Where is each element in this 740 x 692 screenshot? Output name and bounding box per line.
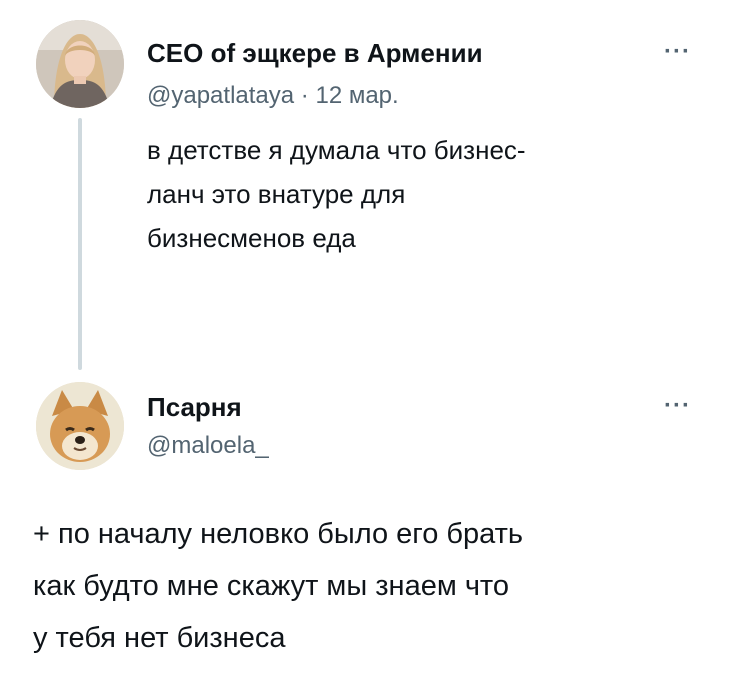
handle[interactable]: @yapatlataya	[147, 82, 294, 109]
tweet-text-line: у тебя нет бизнеса	[33, 622, 286, 654]
more-options-icon[interactable]: ···	[664, 392, 691, 420]
tweet-text-line: ланч это внатуре для	[147, 179, 406, 209]
tweet-date[interactable]: 12 мар.	[315, 82, 398, 109]
tweet-text-line: как будто мне скажут мы знаем что	[33, 570, 510, 602]
display-name[interactable]: CEO of эщкере в Армении	[147, 38, 483, 69]
shiba-dog-avatar[interactable]	[36, 382, 124, 470]
thread-connector-line	[78, 118, 82, 370]
tweet-text-line: бизнесменов еда	[147, 223, 356, 253]
person-photo-icon	[36, 20, 124, 108]
shiba-dog-icon	[36, 382, 124, 470]
tweet-text-line: + по началу неловко было его брать	[33, 518, 524, 550]
tweet-original[interactable]: CEO of эщкере в Армении @yapatlataya · 1…	[0, 0, 740, 380]
tweet-text-line: в детстве я думала что бизнес-	[147, 135, 526, 165]
display-name[interactable]: Псарня	[147, 392, 242, 423]
tweet-text: + по началу неловко было его брать как б…	[33, 508, 723, 664]
tweet-text: в детстве я думала что бизнес- ланч это …	[147, 128, 687, 260]
tweet-meta: @yapatlataya · 12 мар.	[147, 82, 399, 110]
more-options-icon[interactable]: ···	[664, 38, 691, 66]
handle[interactable]: @maloela_	[147, 432, 269, 460]
meta-separator: ·	[300, 82, 309, 109]
person-photo-avatar[interactable]	[36, 20, 124, 108]
